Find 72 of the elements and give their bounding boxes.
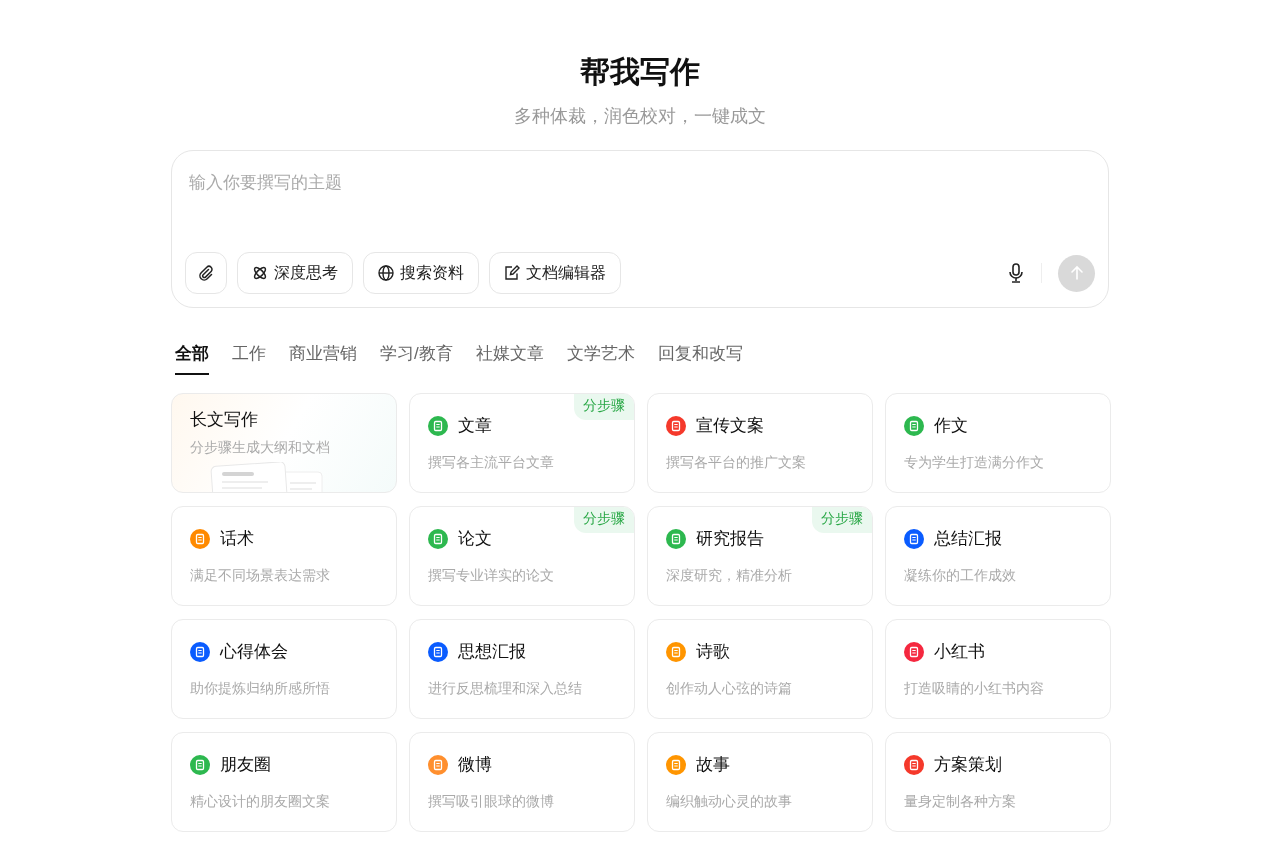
card-description: 撰写各主流平台文章	[428, 454, 555, 472]
category-tab[interactable]: 商业营销	[289, 342, 357, 375]
step-badge: 分步骤	[812, 507, 872, 533]
writing-template-card[interactable]: 方案策划 量身定制各种方案	[885, 732, 1111, 832]
card-description: 打造吸睛的小红书内容	[904, 680, 1045, 698]
paperclip-icon	[198, 265, 214, 281]
card-description: 撰写各平台的推广文案	[666, 454, 807, 472]
writing-template-card[interactable]: 分步骤 文章 撰写各主流平台文章	[409, 393, 635, 493]
card-title: 故事	[696, 754, 730, 776]
arrow-up-icon	[1068, 265, 1085, 281]
card-description: 编织触动心灵的故事	[666, 793, 793, 811]
writing-template-card[interactable]: 心得体会 助你提炼归纳所感所悟	[171, 619, 397, 719]
card-title: 论文	[458, 528, 492, 550]
attach-button[interactable]	[185, 252, 227, 294]
card-title: 总结汇报	[934, 528, 1002, 550]
writing-template-card[interactable]: 诗歌 创作动人心弦的诗篇	[647, 619, 873, 719]
category-tab[interactable]: 社媒文章	[475, 342, 544, 375]
atom-icon	[252, 265, 268, 281]
card-title: 思想汇报	[458, 641, 526, 663]
card-description: 精心设计的朋友圈文案	[190, 793, 331, 811]
category-tab[interactable]: 工作	[232, 342, 266, 375]
card-title: 朋友圈	[220, 754, 271, 776]
category-tab[interactable]: 学习/教育	[380, 342, 453, 375]
card-title: 心得体会	[220, 641, 288, 663]
card-description: 助你提炼归纳所感所悟	[190, 680, 331, 698]
topic-input-field[interactable]: 输入你要撰写的主题 深度思考 搜索资料 文档编辑器	[171, 150, 1109, 308]
writing-template-card[interactable]: 宣传文案 撰写各平台的推广文案	[647, 393, 873, 493]
card-title: 宣传文案	[696, 415, 764, 437]
long-form-writing-card[interactable]: 长文写作 分步骤生成大纲和文档	[171, 393, 397, 493]
card-title: 研究报告	[696, 528, 764, 550]
card-title: 小红书	[934, 641, 985, 663]
writing-template-card[interactable]: 分步骤 论文 撰写专业详实的论文	[409, 506, 635, 606]
card-title: 话术	[220, 528, 254, 550]
card-title: 微博	[458, 754, 492, 776]
writing-template-card[interactable]: 思想汇报 进行反思梳理和深入总结	[409, 619, 635, 719]
card-description: 创作动人心弦的诗篇	[666, 680, 793, 698]
card-description: 撰写专业详实的论文	[428, 567, 555, 585]
search-button[interactable]: 搜索资料	[363, 252, 479, 294]
writing-template-card[interactable]: 分步骤 研究报告 深度研究，精准分析	[647, 506, 873, 606]
category-tab[interactable]: 文学艺术	[566, 342, 635, 375]
writing-template-card[interactable]: 小红书 打造吸睛的小红书内容	[885, 619, 1111, 719]
editor-button[interactable]: 文档编辑器	[489, 252, 621, 294]
card-description: 分步骤生成大纲和文档	[190, 439, 331, 457]
writing-template-card[interactable]: 朋友圈 精心设计的朋友圈文案	[171, 732, 397, 832]
card-title: 作文	[934, 415, 968, 437]
writing-template-card[interactable]: 微博 撰写吸引眼球的微博	[409, 732, 635, 832]
card-description: 撰写吸引眼球的微博	[428, 793, 555, 811]
edit-icon	[504, 265, 520, 281]
writing-template-card[interactable]: 总结汇报 凝练你的工作成效	[885, 506, 1111, 606]
card-description: 凝练你的工作成效	[904, 567, 1017, 585]
card-title: 方案策划	[934, 754, 1002, 776]
step-badge: 分步骤	[574, 507, 634, 533]
page-subtitle: 多种体裁，润色校对，一键成文	[513, 105, 767, 128]
card-description: 量身定制各种方案	[904, 793, 1017, 811]
category-tab[interactable]: 全部	[175, 342, 209, 375]
think-button[interactable]: 深度思考	[237, 252, 353, 294]
microphone-icon	[1007, 263, 1025, 283]
card-description: 满足不同场景表达需求	[190, 567, 331, 585]
page-title: 帮我写作	[579, 54, 701, 90]
card-title: 诗歌	[696, 641, 730, 663]
card-description: 专为学生打造满分作文	[904, 454, 1045, 472]
writing-template-card[interactable]: 故事 编织触动心灵的故事	[647, 732, 873, 832]
writing-template-card[interactable]: 作文 专为学生打造满分作文	[885, 393, 1111, 493]
category-tab[interactable]: 回复和改写	[657, 342, 743, 375]
card-title: 文章	[458, 415, 492, 437]
card-title: 长文写作	[190, 409, 259, 431]
writing-template-card[interactable]: 话术 满足不同场景表达需求	[171, 506, 397, 606]
card-description: 深度研究，精准分析	[666, 567, 793, 585]
globe-icon	[378, 265, 394, 281]
card-description: 进行反思梳理和深入总结	[428, 680, 583, 698]
step-badge: 分步骤	[574, 394, 634, 420]
microphone-button[interactable]	[1007, 263, 1025, 283]
